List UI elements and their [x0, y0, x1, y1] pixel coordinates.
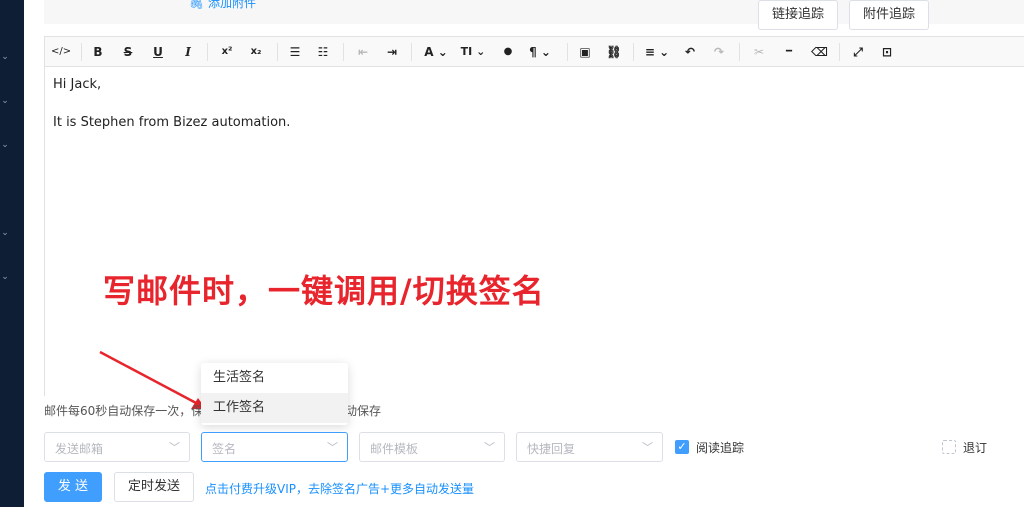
rich-text-editor[interactable]: </> B S U I x² x₂ ☰ ☷ ⇤ ⇥ A ⌄ TI ⌄ ● ¶ ⌄…: [44, 36, 1024, 396]
sidebar: ⌄ ⌄ ⌄ ⌄ ⌄: [0, 0, 24, 507]
quick-reply-select[interactable]: 快捷回复 ﹀: [516, 432, 663, 462]
editor-toolbar: </> B S U I x² x₂ ☰ ☷ ⇤ ⇥ A ⌄ TI ⌄ ● ¶ ⌄…: [45, 37, 1024, 67]
font-size-icon[interactable]: TI ⌄: [458, 42, 488, 62]
link-icon[interactable]: ⛓: [606, 42, 622, 62]
chevron-down-icon: ﹀: [327, 441, 338, 454]
bold-icon[interactable]: B: [91, 42, 105, 62]
body-line: It is Stephen from Bizez automation.: [53, 115, 291, 130]
select-placeholder: 快捷回复: [527, 442, 576, 456]
ordered-list-icon[interactable]: ☷: [315, 42, 331, 62]
source-icon[interactable]: ⊡: [879, 42, 895, 62]
subscript-icon[interactable]: x₂: [248, 42, 264, 62]
signature-option-life[interactable]: 生活签名: [201, 363, 348, 393]
chevron-down-icon: ﹀: [484, 441, 495, 454]
autosave-hint-tail: 动保存: [345, 404, 382, 418]
signature-select[interactable]: 签名 ﹀: [201, 432, 348, 462]
underline-icon[interactable]: U: [151, 42, 165, 62]
autosave-hint: 邮件每60秒自动保存一次，保: [44, 404, 204, 418]
fullscreen-icon[interactable]: ⤢: [850, 42, 866, 62]
email-body[interactable]: Hi Jack, It is Stephen from Bizez automa…: [53, 75, 290, 151]
unsubscribe-label: 退订: [963, 441, 988, 455]
paragraph-icon[interactable]: ¶ ⌄: [527, 42, 553, 62]
color-fill-icon[interactable]: ●: [502, 42, 514, 62]
link-tracking-button[interactable]: 链接追踪: [758, 0, 838, 30]
font-color-icon[interactable]: A ⌄: [423, 42, 449, 62]
horizontal-rule-icon[interactable]: ━: [781, 42, 797, 62]
chevron-down-icon: ﹀: [642, 441, 653, 454]
send-button[interactable]: 发 送: [44, 472, 102, 502]
cut-icon[interactable]: ✂: [751, 42, 767, 62]
code-view-icon[interactable]: </>: [51, 42, 71, 62]
chevron-down-icon[interactable]: ⌄: [0, 140, 10, 150]
chevron-down-icon[interactable]: ⌄: [0, 96, 10, 106]
chevron-down-icon[interactable]: ⌄: [0, 228, 10, 238]
align-icon[interactable]: ≡ ⌄: [643, 42, 671, 62]
promo-annotation: 写邮件时，一键调用/切换签名: [103, 272, 545, 310]
eraser-icon[interactable]: ⌫: [811, 42, 828, 62]
chevron-down-icon[interactable]: ⌄: [0, 52, 10, 62]
read-tracking-label: 阅读追踪: [696, 441, 745, 455]
body-line: Hi Jack,: [53, 77, 102, 92]
signature-dropdown-menu: 生活签名 工作签名: [201, 363, 348, 425]
schedule-send-button[interactable]: 定时发送: [114, 472, 194, 502]
read-tracking-checkbox[interactable]: ✓: [675, 440, 689, 454]
add-attachment-link[interactable]: 🖇 添加附件: [189, 0, 256, 11]
select-placeholder: 发送邮箱: [55, 442, 104, 456]
signature-option-work[interactable]: 工作签名: [201, 393, 348, 423]
image-icon[interactable]: ▣: [577, 42, 593, 62]
select-placeholder: 邮件模板: [370, 442, 419, 456]
upgrade-vip-link[interactable]: 点击付费升级VIP，去除签名广告+更多自动发送量: [205, 480, 474, 497]
undo-icon[interactable]: ↶: [683, 42, 697, 62]
strikethrough-icon[interactable]: S: [121, 42, 135, 62]
redo-icon[interactable]: ↷: [712, 42, 726, 62]
attachment-tracking-button[interactable]: 附件追踪: [849, 0, 929, 30]
unsubscribe-checkbox[interactable]: [942, 440, 956, 454]
chevron-down-icon: ﹀: [169, 441, 180, 454]
chevron-down-icon[interactable]: ⌄: [0, 272, 10, 282]
from-mailbox-select[interactable]: 发送邮箱 ﹀: [44, 432, 190, 462]
superscript-icon[interactable]: x²: [219, 42, 235, 62]
italic-icon[interactable]: I: [181, 42, 195, 62]
indent-icon[interactable]: ⇥: [384, 42, 400, 62]
select-placeholder: 签名: [212, 442, 237, 456]
template-select[interactable]: 邮件模板 ﹀: [359, 432, 505, 462]
outdent-icon[interactable]: ⇤: [355, 42, 371, 62]
bullet-list-icon[interactable]: ☰: [287, 42, 303, 62]
